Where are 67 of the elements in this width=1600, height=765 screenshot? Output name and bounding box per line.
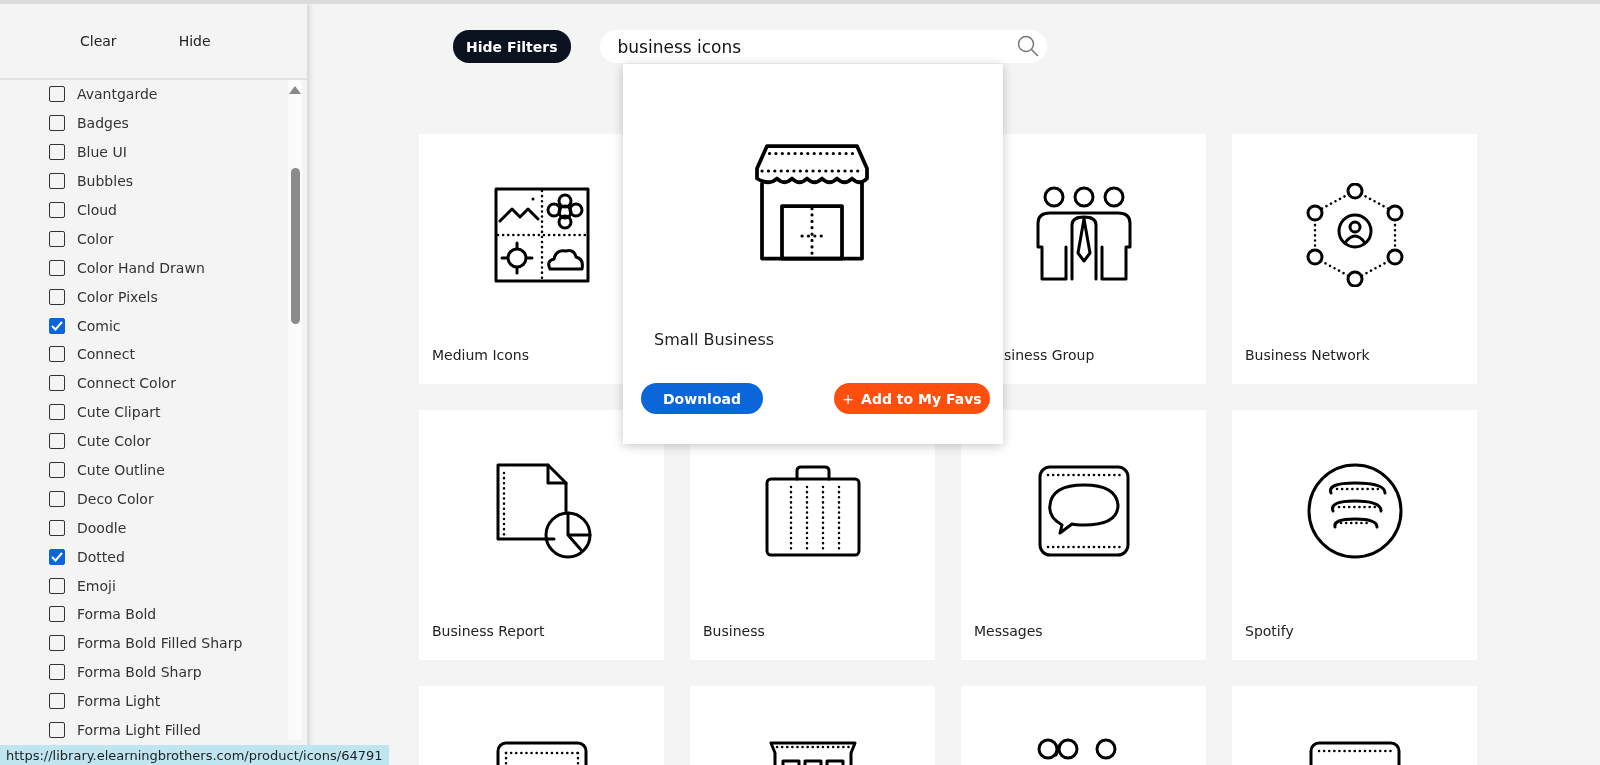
checkbox[interactable] [49, 606, 65, 623]
checkbox[interactable] [49, 433, 65, 450]
card-title: siness Group [1003, 347, 1096, 363]
checkbox[interactable] [49, 259, 65, 276]
checkbox[interactable] [49, 230, 65, 247]
checkbox[interactable] [49, 115, 65, 132]
icon-card[interactable]: Spotify [1232, 410, 1477, 660]
icon-card[interactable]: Business Network [1232, 134, 1477, 384]
checkbox[interactable] [49, 519, 65, 536]
checkbox[interactable] [49, 173, 65, 190]
filter-label[interactable]: Color [77, 230, 114, 247]
filter-label[interactable]: Color Pixels [77, 288, 158, 305]
icon-card[interactable]: Business Report [419, 410, 664, 660]
checkbox[interactable] [49, 664, 65, 681]
filter-label[interactable]: Forma Bold [77, 606, 157, 623]
filter-label[interactable]: Forma Bold Filled Sharp [77, 635, 243, 652]
filter-label[interactable]: Blue UI [77, 144, 127, 161]
filter-label[interactable]: Comic [77, 317, 121, 334]
checkbox[interactable] [49, 375, 65, 392]
filter-label[interactable]: Cute Clipart [77, 404, 161, 421]
card-title: Messages [974, 623, 1044, 639]
checkbox[interactable] [49, 693, 65, 710]
status-bar-url: https://library.elearningbrothers.com/product/icons/64791 [0, 745, 389, 765]
search-icon[interactable] [1016, 35, 1039, 57]
checkbox[interactable] [49, 548, 65, 565]
download-button[interactable]: Download [641, 383, 763, 414]
filter-label[interactable]: Avantgarde [77, 86, 158, 103]
checkbox[interactable] [49, 317, 65, 334]
filter-label[interactable]: Forma Light Filled [77, 722, 201, 739]
checkbox[interactable] [49, 144, 65, 161]
card-title: Spotify [1245, 623, 1295, 639]
checkbox[interactable] [49, 722, 65, 739]
scrollbar-thumb[interactable] [291, 168, 300, 324]
checkbox[interactable] [49, 346, 65, 363]
filter-label[interactable]: Connect [77, 346, 135, 363]
filter-label[interactable]: Cloud [77, 202, 117, 218]
filter-label[interactable]: Badges [77, 115, 129, 132]
hide-button[interactable]: Hide [178, 33, 211, 49]
scrollbar[interactable] [288, 80, 302, 740]
search-field[interactable]: business icons [599, 30, 1047, 63]
checkbox[interactable] [49, 86, 65, 103]
filter-label[interactable]: Forma Light [77, 693, 161, 710]
filter-label[interactable]: Bubbles [77, 173, 134, 190]
card-title: Business [703, 623, 766, 639]
filter-label[interactable]: Forma Bold Sharp [77, 664, 202, 681]
icon-card[interactable]: Messages [961, 410, 1206, 660]
filter-label[interactable]: Cute Outline [77, 462, 165, 478]
checkbox[interactable] [49, 404, 65, 421]
filter-label[interactable]: Cute Color [77, 433, 151, 450]
checkbox[interactable] [49, 288, 65, 305]
checkbox[interactable] [49, 577, 65, 594]
checkbox[interactable] [49, 462, 65, 478]
card-title: Business Network [1245, 347, 1371, 363]
filter-label[interactable]: Connect Color [77, 375, 176, 392]
filter-label[interactable]: Color Hand Drawn [77, 259, 205, 276]
clear-button[interactable]: Clear [80, 33, 117, 49]
checkbox[interactable] [49, 202, 65, 218]
scroll-up-arrow-icon[interactable] [289, 86, 301, 94]
hide-filters-button[interactable]: Hide Filters [453, 30, 571, 63]
filter-label[interactable]: Dotted [77, 548, 125, 565]
filter-label[interactable]: Deco Color [77, 490, 154, 507]
checkbox[interactable] [49, 635, 65, 652]
card-title: Business Report [432, 623, 546, 639]
filter-label[interactable]: Emoji [77, 577, 116, 594]
card-title: Medium Icons [432, 347, 530, 363]
checkbox[interactable] [49, 490, 65, 507]
filter-label[interactable]: Doodle [77, 519, 127, 536]
